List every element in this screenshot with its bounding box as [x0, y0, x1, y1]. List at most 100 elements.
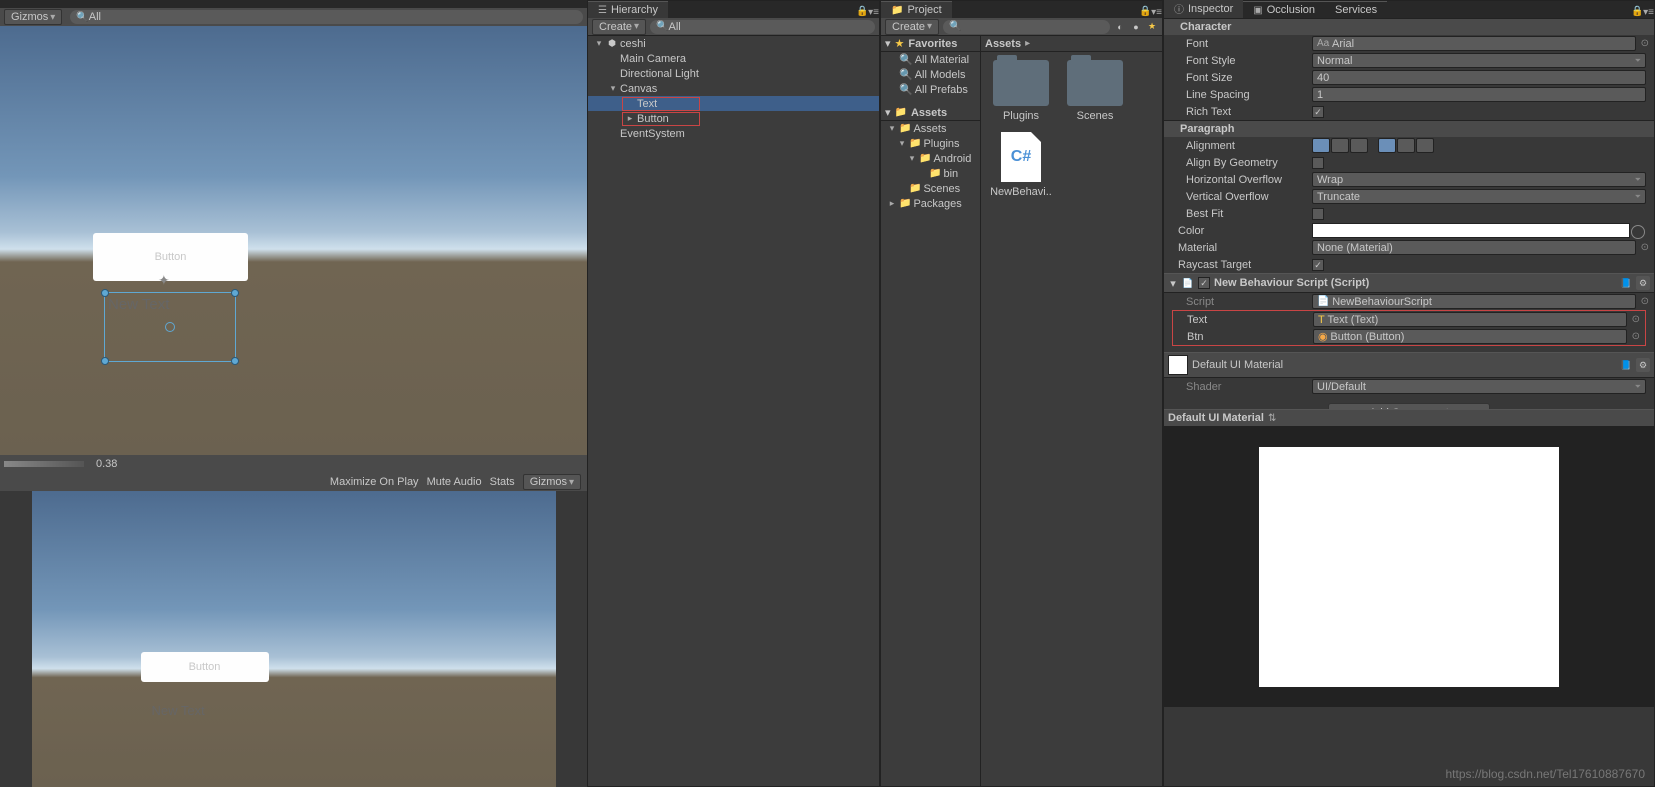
transform-gizmo-icon[interactable]: ✦	[158, 272, 170, 289]
tab-hierarchy[interactable]: ☰Hierarchy	[588, 1, 668, 18]
item-label: Button	[637, 113, 669, 125]
font-field[interactable]: Aa Arial	[1312, 36, 1636, 51]
tab-services[interactable]: Services	[1325, 1, 1387, 18]
panel-menu-icon[interactable]: ▾≡	[1643, 7, 1654, 18]
project-item-scenes[interactable]: Scenes	[1063, 60, 1127, 122]
project-tree-bin[interactable]: 📁bin	[881, 166, 980, 181]
folder-icon: 📁	[899, 198, 911, 209]
maximize-toggle[interactable]: Maximize On Play	[330, 476, 419, 488]
gear-icon[interactable]: ⚙	[1636, 358, 1650, 372]
zoom-slider[interactable]	[4, 461, 84, 467]
favorite-all-prefabs[interactable]: 🔍All Prefabs	[881, 82, 980, 97]
script-component-header[interactable]: ▾📄 New Behaviour Script (Script) 📘 ⚙	[1164, 273, 1654, 293]
project-tree-assets[interactable]: ▾📁Assets	[881, 121, 980, 136]
panel-menu-icon[interactable]: ▾≡	[868, 7, 879, 18]
handle-tr[interactable]	[231, 289, 239, 297]
hierarchy-item-ceshi[interactable]: ▾⬢ceshi	[588, 36, 879, 51]
canvas-button: Button	[93, 233, 248, 281]
project-tree-packages[interactable]: ▸📁Packages	[881, 196, 980, 211]
align-left[interactable]	[1312, 138, 1330, 153]
gizmos-dropdown[interactable]: Gizmos▾	[4, 9, 62, 25]
lock-icon[interactable]: 🔒	[1631, 6, 1643, 18]
project-tree-android[interactable]: ▾📁Android	[881, 151, 980, 166]
hierarchy-item-button[interactable]: ▸Button	[588, 111, 879, 126]
scene-search[interactable]: 🔍All	[70, 10, 583, 24]
hierarchy-item-directional-light[interactable]: Directional Light	[588, 66, 879, 81]
align-geom-checkbox[interactable]	[1312, 157, 1324, 169]
game-view[interactable]: Button New Text	[0, 491, 587, 787]
shader-dropdown[interactable]: UI/Default	[1312, 379, 1646, 394]
align-center[interactable]	[1331, 138, 1349, 153]
panel-menu-icon[interactable]: ▾≡	[1151, 7, 1162, 18]
component-enabled-checkbox[interactable]	[1198, 277, 1210, 289]
btn-ref-field[interactable]: ◉ Button (Button)	[1313, 329, 1627, 344]
info-icon: ⓘ	[1174, 1, 1184, 16]
color-field[interactable]	[1312, 223, 1630, 238]
material-preview-header[interactable]: Default UI Material⇅	[1164, 409, 1654, 427]
scene-info-bar: 0.38	[0, 455, 587, 473]
gear-icon[interactable]: ⚙	[1636, 276, 1650, 290]
scene-view[interactable]: Button ✦ New Text	[0, 26, 587, 455]
rich-text-checkbox[interactable]	[1312, 106, 1324, 118]
stats-toggle[interactable]: Stats	[490, 476, 515, 488]
material-field[interactable]: None (Material)	[1312, 240, 1636, 255]
project-item-plugins[interactable]: Plugins	[989, 60, 1053, 122]
canvas-text: New Text	[108, 296, 169, 313]
prop-btn-ref: Btn◉ Button (Button)	[1173, 328, 1645, 345]
assets-header[interactable]: ▾📁Assets	[881, 105, 980, 121]
create-dropdown[interactable]: Create▾	[592, 19, 646, 35]
lock-icon[interactable]: 🔒	[856, 6, 868, 18]
v-overflow-dropdown[interactable]: Truncate	[1312, 189, 1646, 204]
hierarchy-tree[interactable]: ▾⬢ceshiMain CameraDirectional Light▾Canv…	[588, 36, 879, 786]
folder-icon: 📁	[891, 5, 903, 16]
raycast-checkbox[interactable]	[1312, 259, 1324, 271]
favorites-header[interactable]: ▾★Favorites	[881, 36, 980, 52]
tag-icon[interactable]: ●	[1130, 21, 1142, 33]
filter-icon[interactable]: ◐	[1114, 21, 1126, 33]
font-style-dropdown[interactable]: Normal	[1312, 53, 1646, 68]
game-gizmos-dropdown[interactable]: Gizmos▾	[523, 474, 581, 490]
handle-br[interactable]	[231, 357, 239, 365]
tab-occlusion[interactable]: ▣Occlusion	[1243, 1, 1325, 18]
help-icon[interactable]: 📘	[1620, 359, 1632, 371]
hierarchy-item-canvas[interactable]: ▾Canvas	[588, 81, 879, 96]
font-size-input[interactable]: 40	[1312, 70, 1646, 85]
favorite-all-material[interactable]: 🔍All Material	[881, 52, 980, 67]
project-tree[interactable]: ▾★Favorites 🔍All Material🔍All Models🔍All…	[881, 36, 981, 786]
project-tree-plugins[interactable]: ▾📁Plugins	[881, 136, 980, 151]
h-overflow-dropdown[interactable]: Wrap	[1312, 172, 1646, 187]
breadcrumb[interactable]: Assets▸	[981, 36, 1162, 52]
material-header[interactable]: Default UI Material 📘 ⚙	[1164, 352, 1654, 378]
handle-bl[interactable]	[101, 357, 109, 365]
hierarchy-item-main-camera[interactable]: Main Camera	[588, 51, 879, 66]
project-tree-scenes[interactable]: 📁Scenes	[881, 181, 980, 196]
prop-alignment: Alignment	[1164, 137, 1654, 154]
item-label: Text	[637, 98, 657, 110]
tab-inspector[interactable]: ⓘInspector	[1164, 0, 1243, 18]
lock-icon[interactable]: 🔒	[1139, 6, 1151, 18]
help-icon[interactable]: 📘	[1620, 277, 1632, 289]
hierarchy-item-text[interactable]: Text	[588, 96, 879, 111]
project-search[interactable]: 🔍	[943, 20, 1110, 34]
line-spacing-input[interactable]: 1	[1312, 87, 1646, 102]
mute-toggle[interactable]: Mute Audio	[427, 476, 482, 488]
hierarchy-icon: ☰	[598, 5, 607, 16]
best-fit-checkbox[interactable]	[1312, 208, 1324, 220]
create-dropdown[interactable]: Create▾	[885, 19, 939, 35]
align-bottom[interactable]	[1416, 138, 1434, 153]
align-right[interactable]	[1350, 138, 1368, 153]
prop-line-spacing: Line Spacing1	[1164, 86, 1654, 103]
scene-toolbar: Gizmos▾ 🔍All	[0, 8, 587, 26]
zoom-value: 0.38	[96, 458, 117, 470]
text-ref-field[interactable]: T Text (Text)	[1313, 312, 1627, 327]
align-top[interactable]	[1378, 138, 1396, 153]
hierarchy-search[interactable]: 🔍All	[650, 20, 875, 34]
pivot-icon[interactable]	[165, 322, 175, 332]
favorite-all-models[interactable]: 🔍All Models	[881, 67, 980, 82]
favorite-icon[interactable]: ★	[1146, 21, 1158, 33]
hierarchy-item-eventsystem[interactable]: EventSystem	[588, 126, 879, 141]
project-item-newbehavi[interactable]: C#NewBehavi..	[989, 132, 1053, 198]
tab-project[interactable]: 📁Project	[881, 1, 952, 18]
align-middle[interactable]	[1397, 138, 1415, 153]
project-grid[interactable]: PluginsScenesC#NewBehavi..	[981, 52, 1162, 786]
